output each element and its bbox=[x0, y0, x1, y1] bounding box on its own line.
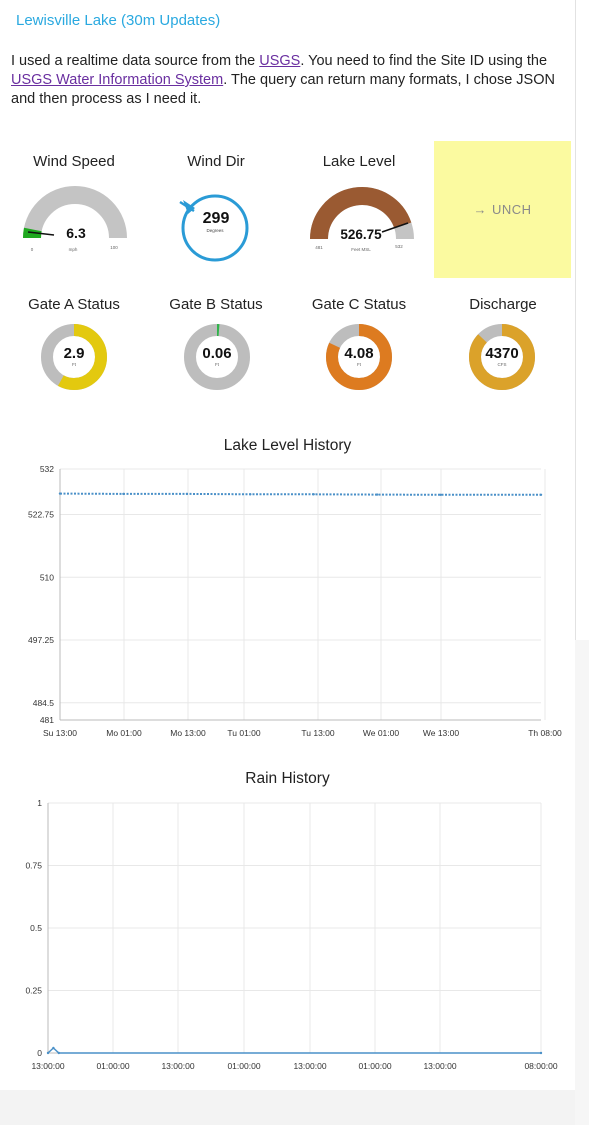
y-tick-label: 497.25 bbox=[28, 635, 54, 645]
gate-b-label: Gate B Status bbox=[169, 296, 263, 313]
discharge-donut: 4370 CFS bbox=[469, 324, 535, 390]
gate-c-value: 4.08 bbox=[344, 345, 373, 362]
series-line bbox=[59, 492, 541, 496]
page-title: Lewisville Lake (30m Updates) bbox=[16, 12, 221, 29]
wind-speed-value: 6.3 bbox=[66, 225, 86, 241]
lake-level-label: Lake Level bbox=[322, 153, 396, 170]
lake-level-value: 526.75 bbox=[340, 227, 382, 242]
gate-b-value: 0.06 bbox=[202, 345, 231, 362]
lake-level-history-title: Lake Level History bbox=[223, 437, 352, 454]
x-tick-label: Mo 13:00 bbox=[170, 728, 206, 738]
lake-trend-box: → UNCH bbox=[434, 141, 571, 278]
y-tick-label: 484.5 bbox=[33, 698, 55, 708]
wind-dir-compass: 299 Degrees bbox=[179, 194, 249, 262]
gate-a-label: Gate A Status bbox=[28, 296, 120, 313]
data-point bbox=[249, 493, 252, 496]
x-tick-label: 08:00:00 bbox=[524, 1061, 557, 1071]
y-tick-label: 510 bbox=[40, 572, 54, 582]
intro-text-1: I used a realtime data source from the bbox=[11, 53, 260, 69]
y-tick-label: 0.75 bbox=[25, 861, 42, 871]
lake-trend-text: UNCH bbox=[491, 202, 532, 217]
lake-level-unit: Feet MSL bbox=[351, 247, 371, 252]
rain-history-chart: 13:00:00 01:00:00 13:00:00 01:00:00 13:00:00… bbox=[25, 798, 557, 1071]
data-point bbox=[439, 493, 442, 496]
data-point bbox=[312, 493, 315, 496]
gate-a-donut: 2.9 Ft bbox=[41, 324, 107, 390]
wind-dir-value: 299 bbox=[203, 210, 230, 227]
gate-c-unit: Ft bbox=[357, 362, 362, 367]
y-tick-label: 522.75 bbox=[28, 510, 54, 520]
wind-dir-unit: Degrees bbox=[206, 228, 224, 233]
data-point bbox=[46, 1051, 50, 1055]
gate-b-donut: 0.06 Ft bbox=[184, 324, 250, 390]
discharge-label: Discharge bbox=[469, 296, 537, 313]
x-tick-label: 13:00:00 bbox=[161, 1061, 194, 1071]
gate-a-unit: Ft bbox=[72, 362, 77, 367]
rain-history-title: Rain History bbox=[245, 770, 330, 787]
data-point bbox=[57, 1051, 60, 1055]
series-line bbox=[47, 1046, 541, 1054]
x-tick-label: Tu 13:00 bbox=[301, 728, 335, 738]
data-point bbox=[539, 1051, 543, 1055]
wind-speed-gauge: 6.3 mph 0 100 bbox=[23, 186, 127, 252]
wind-speed-unit: mph bbox=[69, 247, 78, 252]
x-tick-label: 01:00:00 bbox=[96, 1061, 129, 1071]
wind-speed-max: 100 bbox=[110, 245, 118, 250]
right-panel-edge bbox=[575, 0, 589, 640]
x-tick-label: Tu 01:00 bbox=[227, 728, 261, 738]
y-tick-label: 0.25 bbox=[25, 986, 42, 996]
x-tick-label: We 01:00 bbox=[363, 728, 400, 738]
lake-level-history-chart: Su 13:00 Mo 01:00 Mo 13:00 Tu 01:00 Tu 13:00… bbox=[28, 464, 562, 738]
discharge-value: 4370 bbox=[485, 345, 518, 362]
gate-c-label: Gate C Status bbox=[311, 296, 407, 313]
data-point bbox=[52, 1046, 55, 1050]
y-tick-label: 1 bbox=[37, 798, 42, 808]
usgs-water-information-system-link[interactable]: USGS Water Information System bbox=[11, 72, 223, 88]
intro-text: I used a realtime data source from the U… bbox=[11, 52, 561, 109]
y-tick-label: 481 bbox=[40, 715, 54, 725]
gate-b-unit: Ft bbox=[215, 362, 220, 367]
intro-text-2: . You need to find the Site ID using the bbox=[300, 53, 548, 69]
x-tick-label: 01:00:00 bbox=[358, 1061, 391, 1071]
x-tick-label: Mo 01:00 bbox=[106, 728, 142, 738]
arrow-right-icon: → bbox=[473, 202, 487, 217]
x-tick-label: Th 08:00 bbox=[528, 728, 562, 738]
x-tick-label: 13:00:00 bbox=[293, 1061, 326, 1071]
x-tick-label: 13:00:00 bbox=[31, 1061, 64, 1071]
x-tick-label: 13:00:00 bbox=[423, 1061, 456, 1071]
right-panel-edge-lower bbox=[575, 640, 589, 1125]
x-tick-label: We 13:00 bbox=[423, 728, 460, 738]
lake-level-gauge: 526.75 Feet MSL 481 532 bbox=[310, 187, 414, 252]
lake-level-min: 481 bbox=[315, 245, 323, 250]
lake-level-max: 532 bbox=[395, 244, 403, 249]
wind-speed-min: 0 bbox=[31, 247, 34, 252]
wind-dir-label: Wind Dir bbox=[187, 153, 245, 170]
x-tick-label: Su 13:00 bbox=[43, 728, 77, 738]
x-tick-label: 01:00:00 bbox=[227, 1061, 260, 1071]
data-point bbox=[375, 493, 379, 496]
wind-speed-gauge-fill bbox=[23, 227, 42, 239]
data-point bbox=[122, 492, 125, 496]
data-point bbox=[58, 492, 62, 495]
gate-c-donut: 4.08 Ft bbox=[326, 324, 392, 390]
data-point bbox=[185, 492, 189, 496]
discharge-unit: CFS bbox=[498, 362, 507, 367]
wind-speed-label: Wind Speed bbox=[33, 153, 115, 170]
y-tick-label: 0.5 bbox=[30, 923, 42, 933]
gate-a-value: 2.9 bbox=[64, 345, 85, 362]
y-tick-label: 0 bbox=[37, 1048, 42, 1058]
usgs-link[interactable]: USGS bbox=[259, 53, 300, 69]
data-point bbox=[539, 493, 543, 496]
y-tick-label: 532 bbox=[40, 464, 54, 474]
